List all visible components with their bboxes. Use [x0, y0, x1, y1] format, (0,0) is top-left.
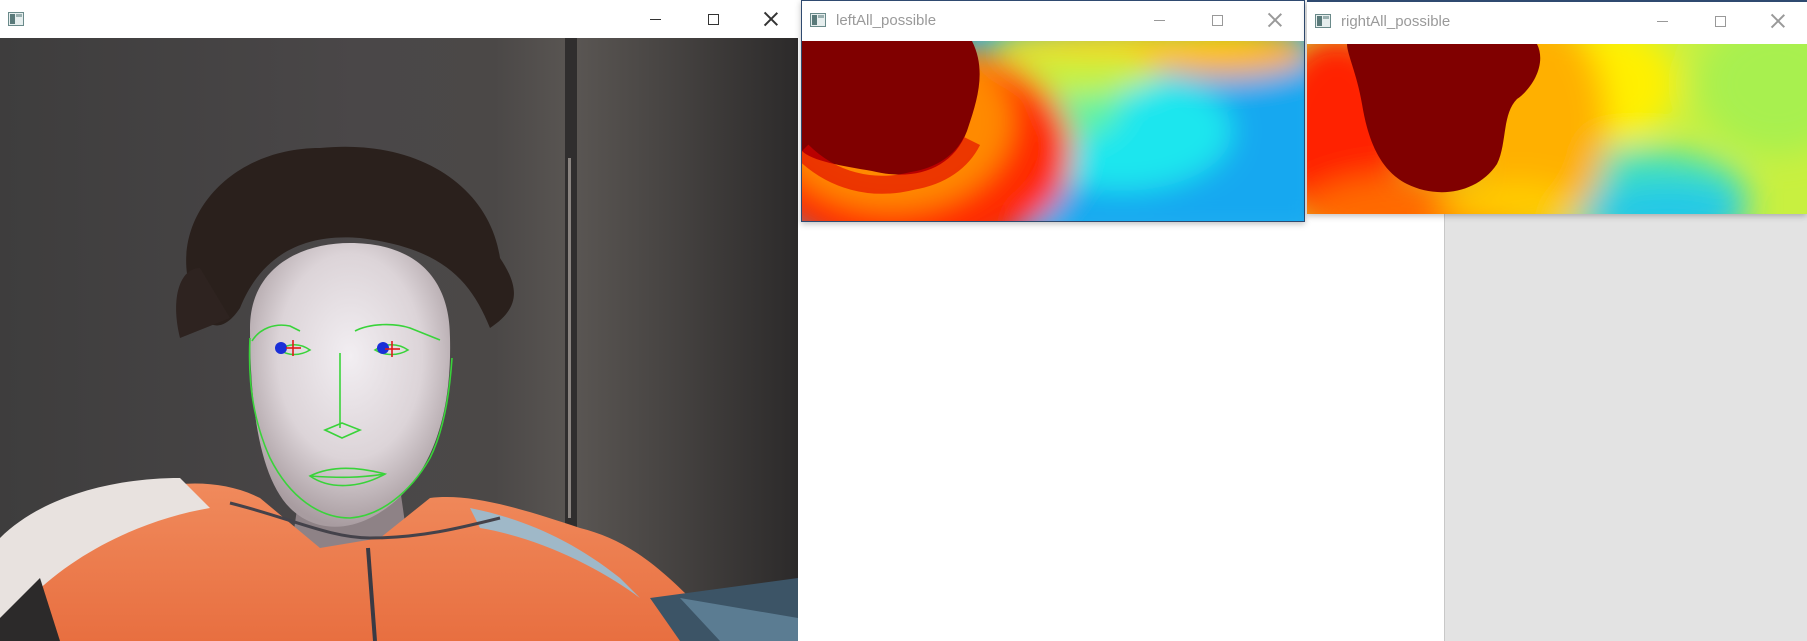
right-heatmap — [1307, 44, 1807, 214]
close-icon — [764, 12, 778, 26]
minimize-button[interactable] — [1633, 2, 1691, 40]
right-heatmap-window[interactable]: rightAll_possible — [1307, 0, 1807, 214]
app-window-icon — [8, 12, 24, 26]
minimize-icon — [649, 18, 661, 20]
left-titlebar[interactable]: leftAll_possible — [802, 1, 1304, 39]
left-heatmap-window[interactable]: leftAll_possible — [801, 0, 1305, 222]
maximize-icon — [1714, 15, 1726, 27]
webcam-image — [0, 38, 798, 641]
desktop-background-gray — [1444, 200, 1807, 641]
left-heatmap-image — [802, 41, 1304, 221]
minimize-button[interactable] — [626, 0, 684, 38]
app-window-icon — [810, 13, 826, 27]
minimize-icon — [1656, 20, 1668, 22]
close-icon — [1771, 14, 1785, 28]
close-button[interactable] — [742, 0, 800, 38]
close-button[interactable] — [1246, 1, 1304, 39]
webcam-window[interactable] — [0, 0, 800, 641]
minimize-button[interactable] — [1130, 1, 1188, 39]
maximize-button[interactable] — [1188, 1, 1246, 39]
close-button[interactable] — [1749, 2, 1807, 40]
minimize-icon — [1153, 19, 1165, 21]
webcam-frame — [0, 38, 798, 641]
maximize-button[interactable] — [1691, 2, 1749, 40]
close-icon — [1268, 13, 1282, 27]
maximize-icon — [1211, 14, 1223, 26]
right-heatmap-image — [1307, 44, 1807, 214]
webcam-titlebar[interactable] — [0, 0, 800, 38]
app-window-icon — [1315, 14, 1331, 28]
right-window-title: rightAll_possible — [1341, 12, 1451, 30]
maximize-icon — [707, 13, 719, 25]
desktop-background — [801, 222, 1444, 641]
right-titlebar[interactable]: rightAll_possible — [1307, 2, 1807, 40]
maximize-button[interactable] — [684, 0, 742, 38]
left-heatmap — [802, 41, 1304, 221]
left-window-title: leftAll_possible — [836, 11, 937, 29]
